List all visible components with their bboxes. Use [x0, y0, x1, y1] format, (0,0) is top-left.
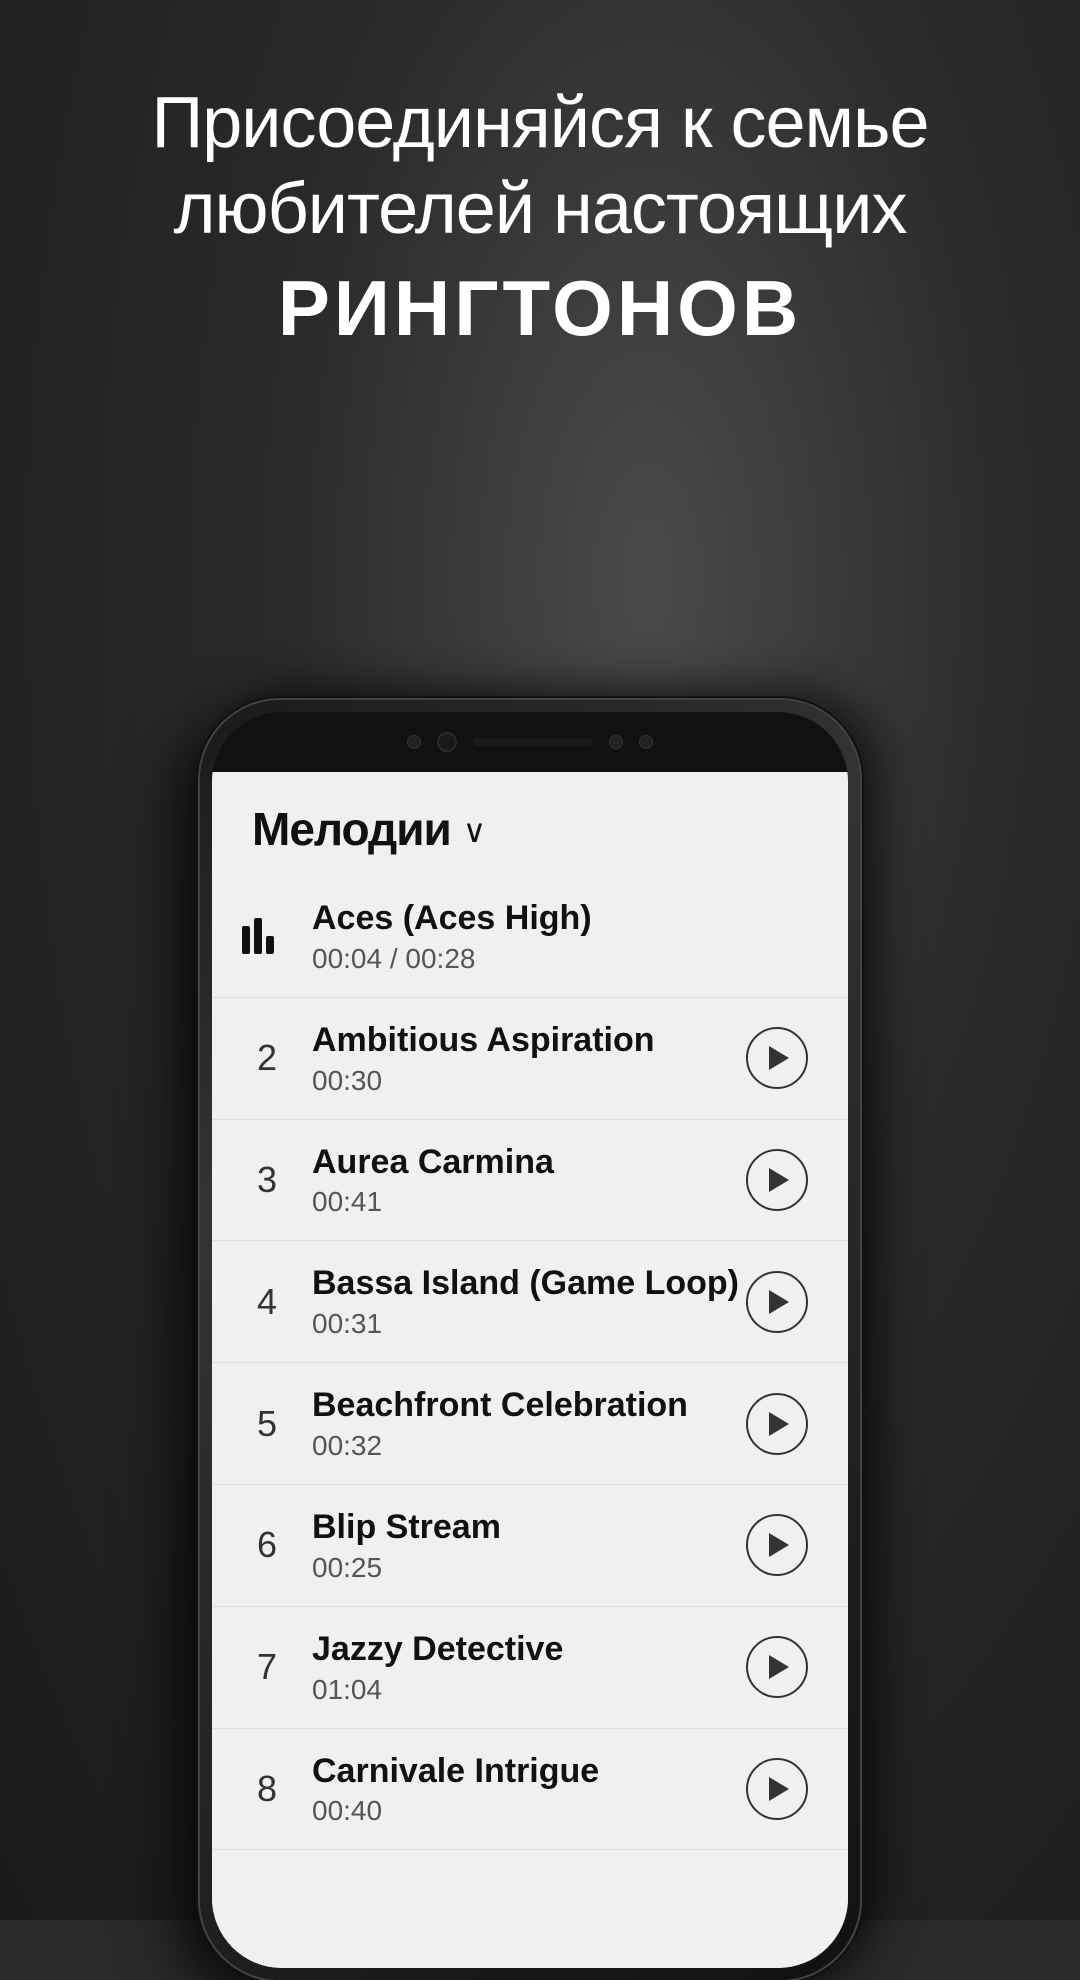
- track-info: Ambitious Aspiration 00:30: [312, 1020, 746, 1097]
- phone-notch: [212, 712, 848, 772]
- track-item[interactable]: 2 Ambitious Aspiration 00:30: [212, 998, 848, 1120]
- play-button[interactable]: [746, 1758, 808, 1820]
- track-duration: 00:32: [312, 1430, 746, 1462]
- track-name: Beachfront Celebration: [312, 1385, 746, 1426]
- track-number: 4: [242, 1281, 292, 1323]
- chevron-down-icon[interactable]: ∨: [463, 812, 486, 850]
- play-arrow-icon: [769, 1777, 789, 1801]
- headline-area: Присоединяйся к семье любителей настоящи…: [0, 80, 1080, 354]
- app-title: Мелодии: [252, 802, 451, 856]
- camera-dot-far-right: [639, 735, 653, 749]
- track-item[interactable]: 6 Blip Stream 00:25: [212, 1485, 848, 1607]
- camera-dot-right: [609, 735, 623, 749]
- headline-line3: РИНГТОНОВ: [60, 263, 1020, 354]
- track-item[interactable]: 4 Bassa Island (Game Loop) 00:31: [212, 1241, 848, 1363]
- track-info: Aces (Aces High) 00:04 / 00:28: [312, 898, 808, 975]
- track-duration: 00:30: [312, 1065, 746, 1097]
- track-info: Beachfront Celebration 00:32: [312, 1385, 746, 1462]
- track-duration: 01:04: [312, 1674, 746, 1706]
- track-info: Bassa Island (Game Loop) 00:31: [312, 1263, 746, 1340]
- app-header: Мелодии ∨: [212, 772, 848, 876]
- track-number: 7: [242, 1646, 292, 1688]
- track-list: Aces (Aces High) 00:04 / 00:28 2 Ambitio…: [212, 876, 848, 1968]
- track-number: 2: [242, 1037, 292, 1079]
- headline-line1: Присоединяйся к семье любителей настоящи…: [60, 80, 1020, 253]
- track-info: Jazzy Detective 01:04: [312, 1629, 746, 1706]
- track-info: Blip Stream 00:25: [312, 1507, 746, 1584]
- play-button[interactable]: [746, 1027, 808, 1089]
- track-item[interactable]: 8 Carnivale Intrigue 00:40: [212, 1729, 848, 1851]
- play-arrow-icon: [769, 1168, 789, 1192]
- play-button[interactable]: [746, 1514, 808, 1576]
- track-name: Bassa Island (Game Loop): [312, 1263, 746, 1304]
- track-number: 6: [242, 1524, 292, 1566]
- play-button[interactable]: [746, 1393, 808, 1455]
- phone-screen: Мелодии ∨ Aces (Aces High): [212, 772, 848, 1968]
- phone-mockup: Мелодии ∨ Aces (Aces High): [200, 700, 860, 1980]
- play-arrow-icon: [769, 1290, 789, 1314]
- track-name: Ambitious Aspiration: [312, 1020, 746, 1061]
- track-info: Carnivale Intrigue 00:40: [312, 1751, 746, 1828]
- track-item[interactable]: 7 Jazzy Detective 01:04: [212, 1607, 848, 1729]
- phone-outer-frame: Мелодии ∨ Aces (Aces High): [200, 700, 860, 1980]
- track-name: Carnivale Intrigue: [312, 1751, 746, 1792]
- app-title-row: Мелодии ∨: [252, 802, 808, 856]
- track-duration: 00:41: [312, 1186, 746, 1218]
- play-arrow-icon: [769, 1533, 789, 1557]
- play-button[interactable]: [746, 1271, 808, 1333]
- track-duration: 00:25: [312, 1552, 746, 1584]
- track-number: 5: [242, 1403, 292, 1445]
- track-item[interactable]: 3 Aurea Carmina 00:41: [212, 1120, 848, 1242]
- play-arrow-icon: [769, 1046, 789, 1070]
- track-name: Aurea Carmina: [312, 1142, 746, 1183]
- track-number: 8: [242, 1768, 292, 1810]
- track-duration: 00:04 / 00:28: [312, 943, 808, 975]
- track-name: Blip Stream: [312, 1507, 746, 1548]
- track-duration: 00:40: [312, 1795, 746, 1827]
- play-arrow-icon: [769, 1655, 789, 1679]
- camera-dot-left: [407, 735, 421, 749]
- track-number: 3: [242, 1159, 292, 1201]
- camera-main: [437, 732, 457, 752]
- track-duration: 00:31: [312, 1308, 746, 1340]
- play-arrow-icon: [769, 1412, 789, 1436]
- track-item[interactable]: Aces (Aces High) 00:04 / 00:28: [212, 876, 848, 998]
- phone-inner-frame: Мелодии ∨ Aces (Aces High): [212, 712, 848, 1968]
- speaker-bar: [473, 738, 593, 746]
- play-button[interactable]: [746, 1636, 808, 1698]
- track-info: Aurea Carmina 00:41: [312, 1142, 746, 1219]
- equalizer-icon: [242, 918, 292, 954]
- track-item[interactable]: 5 Beachfront Celebration 00:32: [212, 1363, 848, 1485]
- play-button[interactable]: [746, 1149, 808, 1211]
- track-name: Aces (Aces High): [312, 898, 808, 939]
- track-name: Jazzy Detective: [312, 1629, 746, 1670]
